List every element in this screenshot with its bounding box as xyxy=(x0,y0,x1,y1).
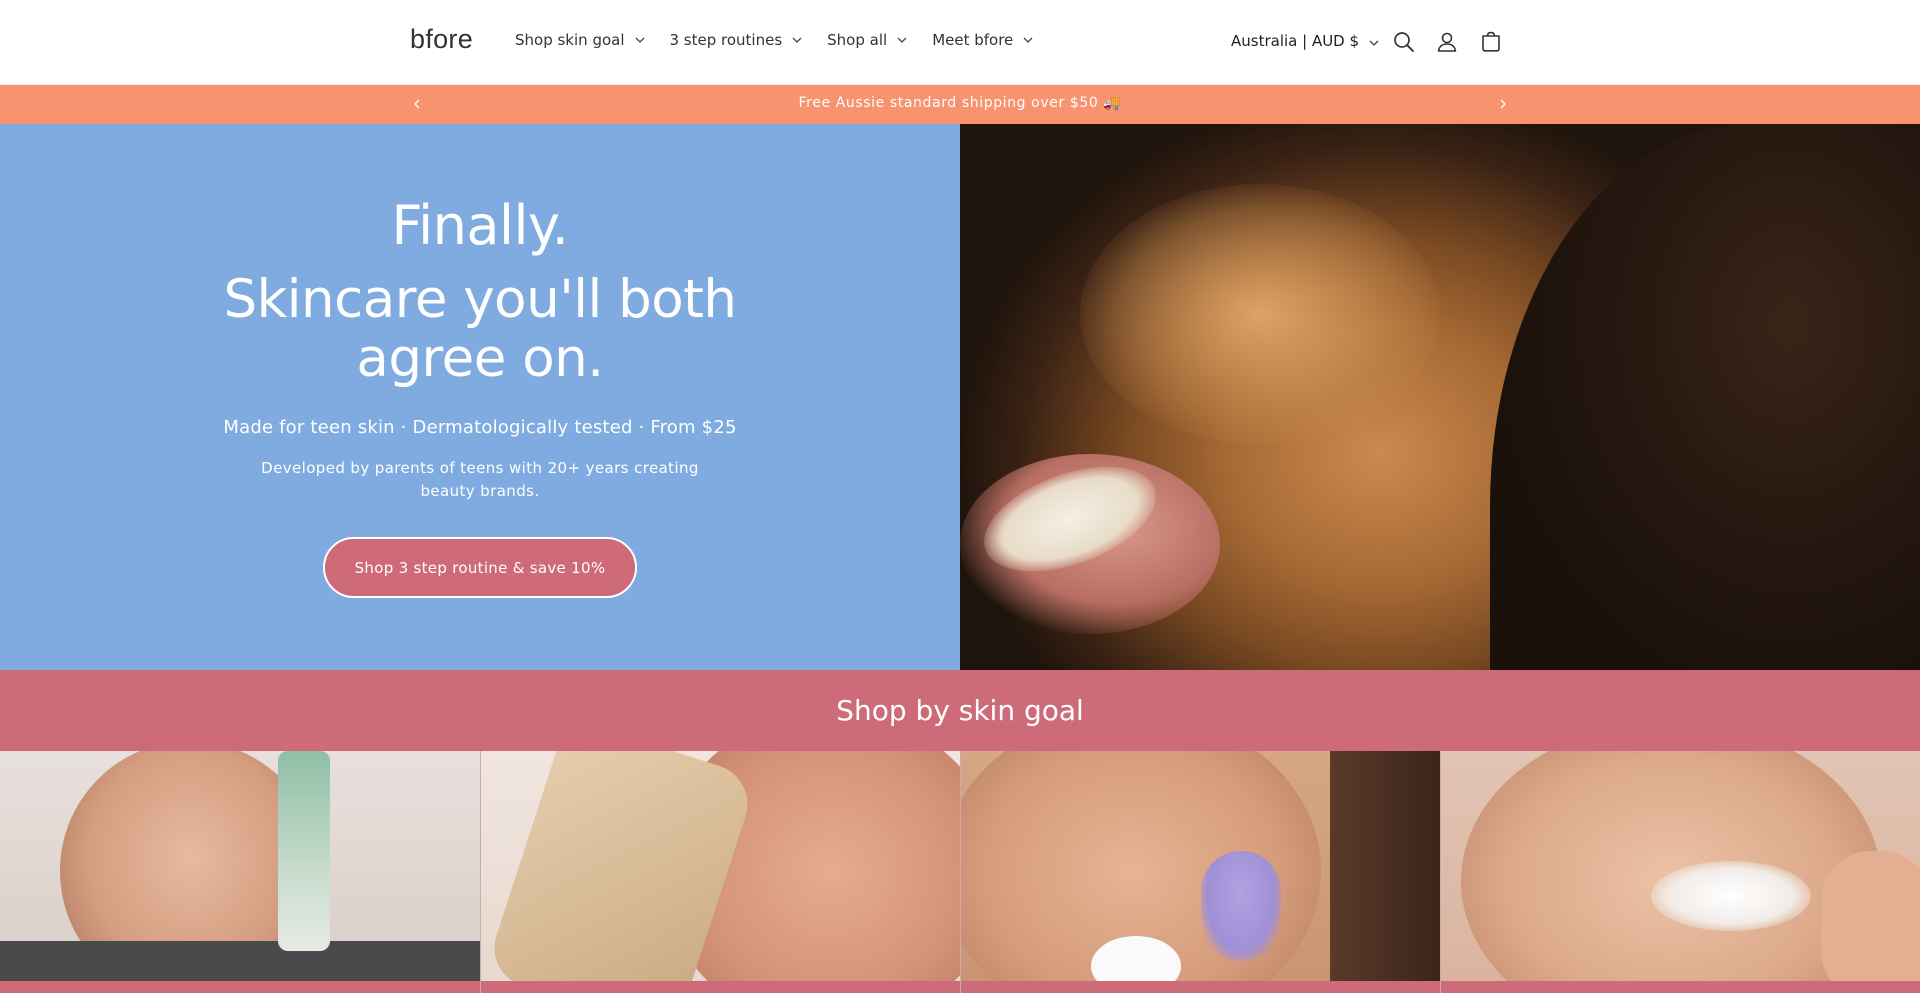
main-nav: Shop skin goal 3 step routines Shop all … xyxy=(515,31,1058,49)
locale-label: Australia | AUD $ xyxy=(1231,32,1360,50)
nav-meet-bfore[interactable]: Meet bfore xyxy=(932,31,1034,49)
chevron-right-icon[interactable] xyxy=(1494,95,1512,113)
skin-goal-section-header: Shop by skin goal xyxy=(0,670,1920,751)
nav-3-step-routines[interactable]: 3 step routines xyxy=(670,31,804,49)
chevron-down-icon xyxy=(1368,35,1380,47)
nav-shop-skin-goal[interactable]: Shop skin goal xyxy=(515,31,646,49)
shop-routine-button[interactable]: Shop 3 step routine & save 10% xyxy=(323,537,637,598)
site-header: bfore Shop skin goal 3 step routines Sho… xyxy=(0,0,1920,85)
cart-icon[interactable] xyxy=(1479,30,1503,54)
section-title: Shop by skin goal xyxy=(836,694,1084,727)
hero-title-line1: Finally. xyxy=(391,194,569,257)
brand-logo[interactable]: bfore xyxy=(410,24,473,55)
search-icon[interactable] xyxy=(1392,30,1416,54)
nav-shop-all[interactable]: Shop all xyxy=(827,31,908,49)
chevron-down-icon xyxy=(791,34,803,46)
hero-text-panel: Finally. Skincare you'll both agree on. … xyxy=(0,124,960,670)
chevron-down-icon xyxy=(896,34,908,46)
announcement-text: Free Aussie standard shipping over $50 🚚 xyxy=(798,95,1122,111)
country-currency-selector[interactable]: Australia | AUD $ xyxy=(1231,32,1380,50)
hero-description: Developed by parents of teens with 20+ y… xyxy=(261,459,699,500)
hero-subtitle: Made for teen skin · Dermatologically te… xyxy=(223,417,737,438)
chevron-down-icon xyxy=(1022,34,1034,46)
chevron-down-icon xyxy=(634,34,646,46)
account-icon[interactable] xyxy=(1435,30,1459,54)
skin-goal-tile-1[interactable] xyxy=(0,751,480,993)
nav-label: Shop all xyxy=(827,31,888,49)
nav-label: 3 step routines xyxy=(669,31,783,49)
hero-title-line2: Skincare you'll both agree on. xyxy=(223,269,737,389)
skin-goal-tile-4[interactable] xyxy=(1440,751,1920,993)
announcement-bar: Free Aussie standard shipping over $50 🚚 xyxy=(0,85,1920,124)
skin-goal-tile-3[interactable] xyxy=(960,751,1440,993)
hero-image xyxy=(960,124,1920,670)
nav-label: Meet bfore xyxy=(932,31,1014,49)
skin-goal-tiles xyxy=(0,751,1920,993)
nav-label: Shop skin goal xyxy=(515,31,625,49)
skin-goal-tile-2[interactable] xyxy=(480,751,960,993)
